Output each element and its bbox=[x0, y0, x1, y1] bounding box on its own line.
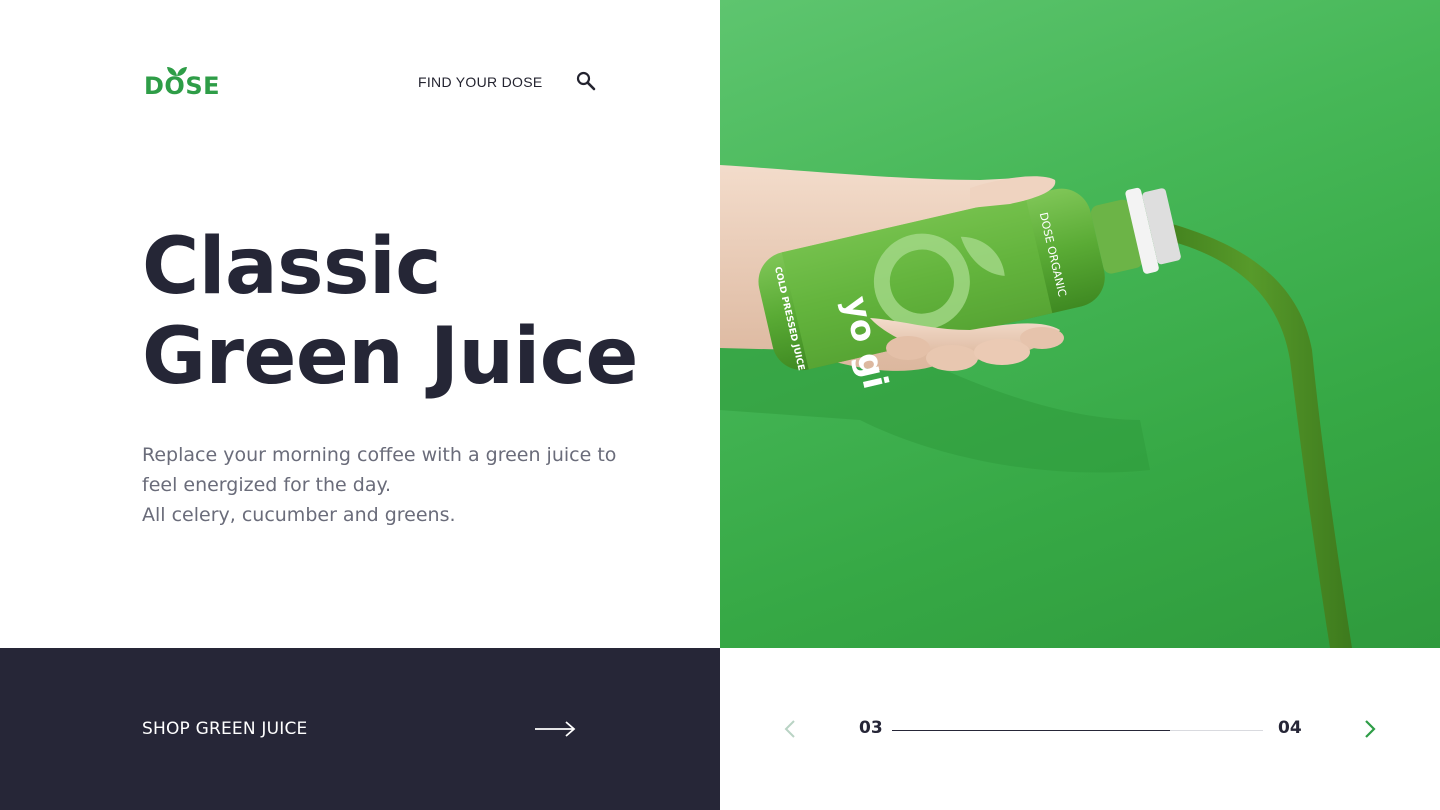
current-page-number: 03 bbox=[859, 718, 883, 738]
title-line-1: Classic bbox=[142, 222, 441, 312]
content-panel: DOSE FIND YOUR DOSE Classic Green Juice … bbox=[0, 0, 720, 648]
shop-label: SHOP GREEN JUICE bbox=[142, 719, 308, 739]
chevron-right-icon[interactable] bbox=[1362, 718, 1378, 740]
chevron-left-icon[interactable] bbox=[782, 718, 798, 740]
find-your-dose-link[interactable]: FIND YOUR DOSE bbox=[418, 73, 543, 91]
shop-green-juice-button[interactable]: SHOP GREEN JUICE bbox=[0, 648, 720, 810]
slide-progress-track bbox=[892, 729, 1263, 731]
total-page-number: 04 bbox=[1278, 718, 1302, 738]
title-line-2: Green Juice bbox=[142, 312, 638, 402]
logo-wordmark: DOSE bbox=[144, 72, 221, 100]
search-icon[interactable] bbox=[575, 70, 597, 92]
dose-logo[interactable]: DOSE bbox=[144, 64, 221, 100]
product-image: yo gi DOSE ORGANIC COLD PRESSED JUICE bbox=[720, 0, 1440, 648]
description-line-2: feel energized for the day. bbox=[142, 474, 392, 496]
arrow-right-icon bbox=[535, 721, 576, 737]
description-line-3: All celery, cucumber and greens. bbox=[142, 504, 456, 526]
slide-progress-fill bbox=[892, 729, 1171, 731]
product-description: Replace your morning coffee with a green… bbox=[142, 440, 617, 530]
description-line-1: Replace your morning coffee with a green… bbox=[142, 444, 617, 466]
slide-pager: 03 04 bbox=[720, 648, 1440, 810]
page-title: Classic Green Juice bbox=[142, 222, 638, 402]
